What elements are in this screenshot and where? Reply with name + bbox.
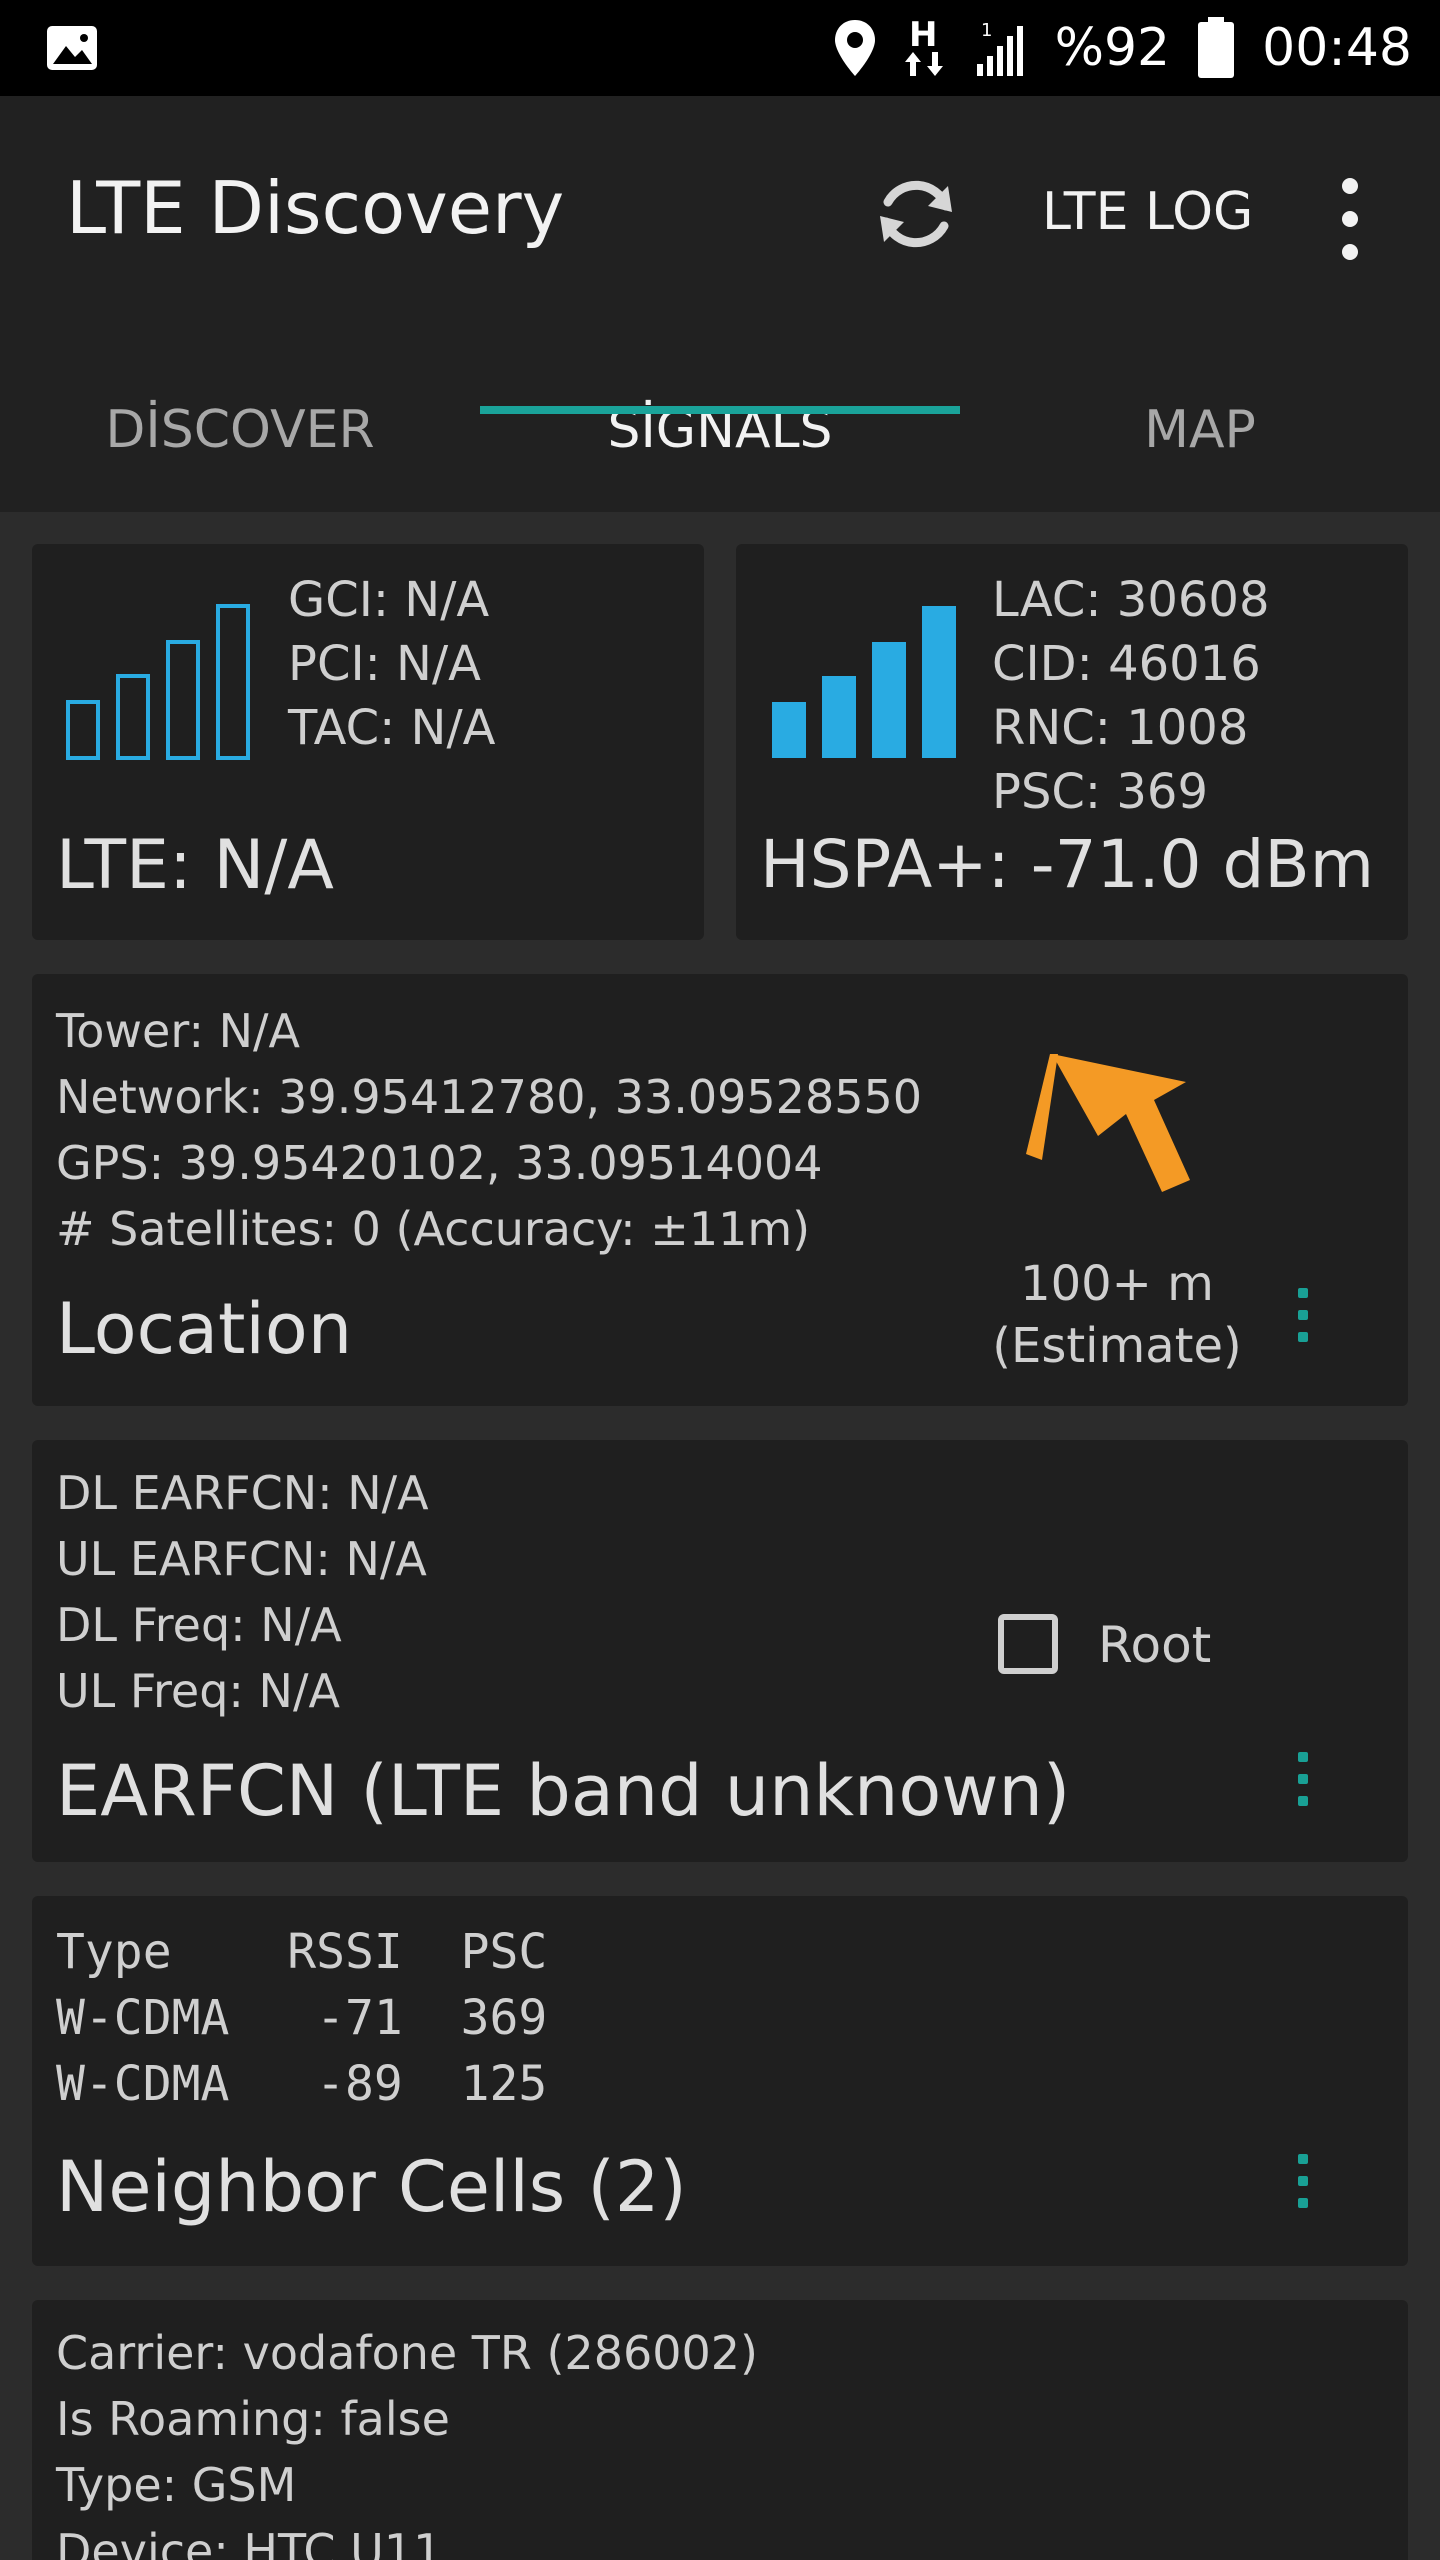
tab-map[interactable]: MAP [960,348,1440,512]
carrier-card[interactable]: Carrier: vodafone TR (286002) Is Roaming… [32,2300,1408,2560]
neighbor-more-icon[interactable] [1292,2154,1312,2214]
tab-bar: DİSCOVER SİGNALS MAP [0,348,1440,512]
earfcn-ul: UL EARFCN: N/A [56,1532,427,1586]
carrier-device: Device: HTC U11 [56,2524,443,2560]
root-checkbox[interactable] [998,1614,1058,1674]
refresh-icon[interactable] [868,166,964,262]
image-notification-icon [47,26,97,70]
location-gps: GPS: 39.95420102, 33.09514004 [56,1136,823,1190]
neighbor-row: W-CDMA -71 369 [56,1990,548,2046]
svg-text:1: 1 [981,20,992,41]
overflow-menu-icon[interactable] [1330,174,1370,264]
neighbor-title: Neighbor Cells (2) [56,2146,687,2228]
cell-signal-icon: 1 [976,20,1023,76]
location-title: Location [56,1288,353,1370]
neighbor-header: Type RSSI PSC [56,1924,548,1980]
lte-signal-bars-icon [66,604,250,760]
battery-icon [1198,17,1235,78]
earfcn-dl-freq: DL Freq: N/A [56,1598,342,1652]
neighbor-cells-card[interactable]: Type RSSI PSC W-CDMA -71 369 W-CDMA -89 … [32,1896,1408,2266]
lte-tac: TAC: N/A [288,700,496,756]
direction-arrow-icon [1026,1054,1190,1192]
hspa-psc: PSC: 369 [992,764,1208,820]
hspa-rnc: RNC: 1008 [992,700,1249,756]
location-satellites: # Satellites: 0 (Accuracy: ±11m) [56,1202,811,1256]
lte-gci: GCI: N/A [288,572,490,628]
location-network: Network: 39.95412780, 33.09528550 [56,1070,923,1124]
root-label: Root [1098,1616,1212,1674]
hspa-signal-card[interactable]: LAC: 30608 CID: 46016 RNC: 1008 PSC: 369… [736,544,1408,940]
lte-signal-card[interactable]: GCI: N/A PCI: N/A TAC: N/A LTE: N/A [32,544,704,940]
tab-indicator [480,406,960,414]
app-bar: LTE Discovery LTE LOG DİSCOVER SİGNALS M… [0,96,1440,512]
earfcn-dl: DL EARFCN: N/A [56,1466,429,1520]
hspa-status: HSPA+: -71.0 dBm [760,826,1374,903]
clock: 00:48 [1262,18,1412,78]
tab-discover[interactable]: DİSCOVER [0,348,480,512]
location-distance: 100+ m [1020,1256,1214,1312]
earfcn-more-icon[interactable] [1292,1752,1312,1812]
status-bar: H 1 %92 00:48 [0,0,1440,96]
carrier-name: Carrier: vodafone TR (286002) [56,2326,758,2380]
hspa-data-icon: H [904,16,943,76]
earfcn-title: EARFCN (LTE band unknown) [56,1750,1071,1832]
svg-text:H: H [909,16,937,55]
earfcn-ul-freq: UL Freq: N/A [56,1664,340,1718]
hspa-signal-bars-icon [772,606,956,758]
tab-signals[interactable]: SİGNALS [480,348,960,512]
hspa-cid: CID: 46016 [992,636,1261,692]
location-estimate: (Estimate) [992,1318,1242,1374]
neighbor-row: W-CDMA -89 125 [56,2056,548,2112]
app-title: LTE Discovery [66,166,565,250]
lte-log-button[interactable]: LTE LOG [1042,182,1253,242]
earfcn-card[interactable]: DL EARFCN: N/A UL EARFCN: N/A DL Freq: N… [32,1440,1408,1862]
location-tower: Tower: N/A [56,1004,300,1058]
location-card[interactable]: Tower: N/A Network: 39.95412780, 33.0952… [32,974,1408,1406]
lte-pci: PCI: N/A [288,636,481,692]
lte-status: LTE: N/A [56,826,334,905]
carrier-type: Type: GSM [56,2458,297,2512]
location-more-icon[interactable] [1292,1288,1312,1348]
hspa-lac: LAC: 30608 [992,572,1270,628]
carrier-roaming: Is Roaming: false [56,2392,450,2446]
location-icon [834,20,875,76]
battery-percent: %92 [1054,18,1171,78]
